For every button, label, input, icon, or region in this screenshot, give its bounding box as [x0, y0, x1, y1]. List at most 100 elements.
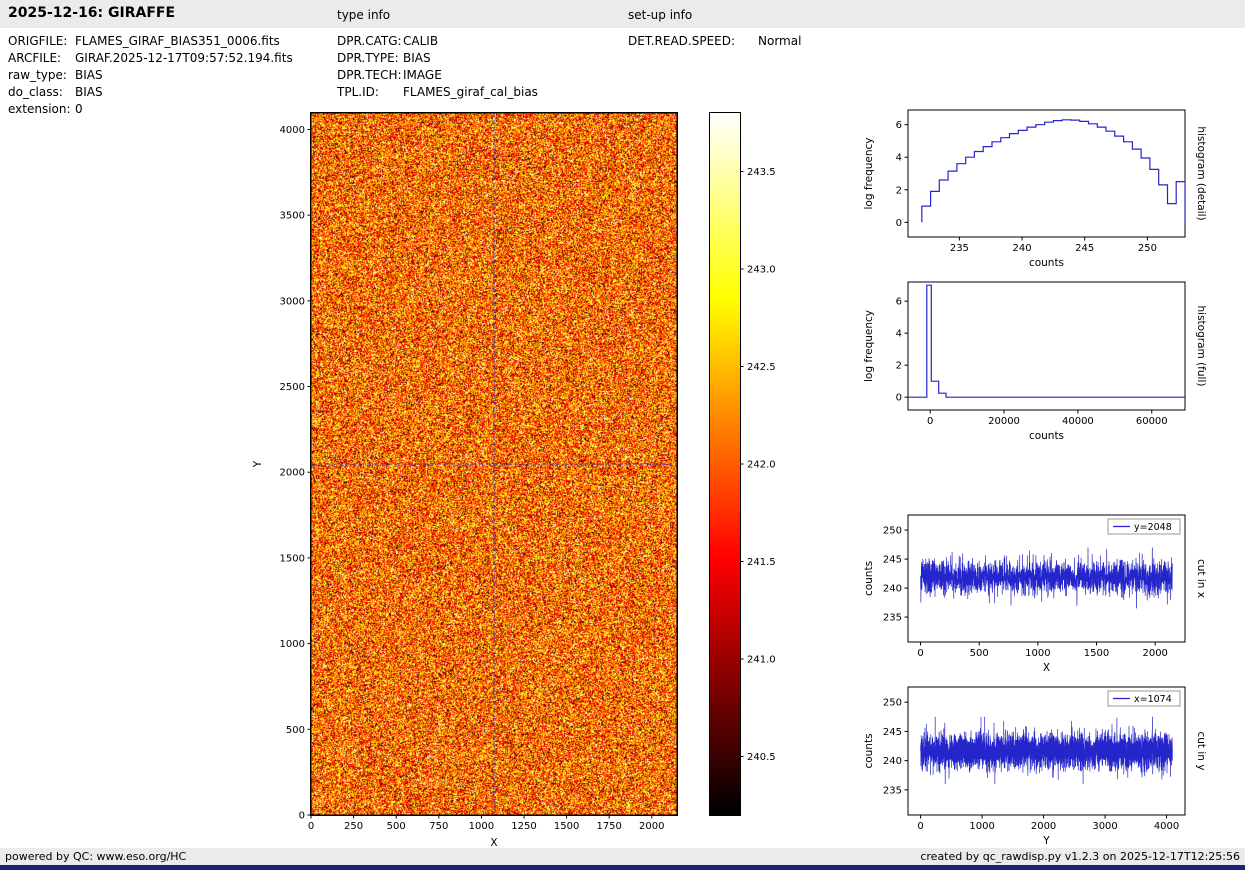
y-tick-label: 4: [896, 329, 902, 340]
x-tick-label: 250: [1138, 243, 1157, 254]
meta-label: ARCFILE:: [8, 51, 62, 65]
meta-value: Normal: [758, 34, 802, 48]
footer-created-by: created by qc_rawdisp.py v1.2.3 on 2025-…: [920, 850, 1240, 863]
meta-row-raw-type: raw_type: BIAS: [8, 67, 293, 84]
x-axis-label: Y: [1042, 835, 1050, 847]
plot-frame: [907, 109, 1186, 238]
y-axis-label: Y: [252, 460, 264, 468]
y-tick-label: 235: [883, 613, 902, 624]
x-tick-label: 1000: [1025, 648, 1050, 659]
x-tick-label: 1750: [596, 821, 621, 832]
x-tick-label: 500: [387, 821, 406, 832]
meta-label: ORIGFILE:: [8, 34, 68, 48]
meta-value: FLAMES_GIRAF_BIAS351_0006.fits: [75, 34, 280, 48]
meta-label: DET.READ.SPEED:: [628, 34, 736, 48]
meta-value: 0: [75, 102, 83, 116]
cut_in_y-series: [920, 716, 1173, 785]
colorbar-tick-label: 242.5: [747, 362, 776, 373]
x-axis-label: counts: [1029, 430, 1064, 442]
x-tick-label: 250: [344, 821, 363, 832]
x-tick-label: 2000: [639, 821, 664, 832]
cut-x-svg: 0 500 1000 1500 2000 235 240 245 250 Xcounts cut i…: [863, 514, 1207, 674]
y-tick-label: 250: [883, 526, 902, 537]
colorbar-tick-label: 243.5: [747, 167, 776, 178]
x-tick-label: 240: [1013, 243, 1032, 254]
colorbar: 240.5 241.0 241.5 242.0 242.5 243.0 243.5: [700, 100, 830, 870]
header-bar: 2025-12-16: GIRAFFE type info set-up inf…: [0, 0, 1245, 28]
footer-accent-strip: [0, 865, 1245, 870]
bias-image-frame: [310, 112, 678, 816]
x-tick-label: 1500: [554, 821, 579, 832]
meta-row-arcfile: ARCFILE: GIRAF.2025-12-17T09:57:52.194.fi…: [8, 50, 293, 67]
y-axis-label: log frequency: [863, 137, 875, 209]
legend-label: y=2048: [1134, 522, 1172, 533]
y-tick-label: 4: [896, 153, 902, 164]
meta-label: DPR.TECH:: [337, 68, 402, 82]
bias-image-canvas: [311, 113, 677, 815]
meta-row-tpl-id: TPL.ID: FLAMES_giraf_cal_bias: [337, 84, 538, 101]
meta-label: DPR.TYPE:: [337, 51, 399, 65]
plot-histogram-full: 0 20000 40000 60000 0 2 4 6 counts log frequency h…: [858, 277, 1238, 447]
y-tick-label: 2000: [280, 468, 305, 479]
colorbar-tick-label: 241.5: [747, 557, 776, 568]
meta-label: do_class:: [8, 85, 63, 99]
y-tick-label: 2500: [280, 382, 305, 393]
meta-value: GIRAF.2025-12-17T09:57:52.194.fits: [75, 51, 293, 65]
x-tick-label: 500: [970, 648, 989, 659]
right-axis-label: cut in y: [1195, 731, 1207, 770]
x-tick-label: 0: [917, 648, 923, 659]
y-tick-label: 235: [883, 785, 902, 796]
colorbar-tick-label: 241.0: [747, 655, 776, 666]
y-tick-label: 2: [896, 185, 902, 196]
y-tick-label: 3500: [280, 211, 305, 222]
histogram-detail-svg: 235 240 245 250 0 2 4 6 counts log frequency histo…: [863, 109, 1207, 269]
x-tick-label: 245: [1075, 243, 1094, 254]
meta-label: raw_type:: [8, 68, 67, 82]
y-tick-label: 245: [883, 555, 902, 566]
plot-histogram-detail: 235 240 245 250 0 2 4 6 counts log frequency histo…: [858, 105, 1238, 275]
x-tick-label: 1000: [469, 821, 494, 832]
setup-info-heading: set-up info: [628, 8, 693, 22]
qc-report-page: 2025-12-16: GIRAFFE type info set-up inf…: [0, 0, 1245, 870]
x-tick-label: 2000: [1142, 648, 1167, 659]
plot-cut-x: 0 500 1000 1500 2000 235 240 245 250 Xcounts cut i…: [858, 510, 1238, 680]
meta-label: TPL.ID:: [337, 85, 379, 99]
x-tick-label: 60000: [1136, 416, 1168, 427]
x-tick-label: 1500: [1084, 648, 1109, 659]
y-tick-label: 6: [896, 297, 902, 308]
cut-y-svg: 0 1000 2000 3000 4000 235 240 245 250 Ycounts cut …: [863, 686, 1207, 847]
meta-row-dpr-type: DPR.TYPE: BIAS: [337, 50, 538, 67]
meta-row-read-speed: DET.READ.SPEED: Normal: [628, 33, 801, 50]
y-tick-label: 0: [896, 218, 902, 229]
y-tick-label: 0: [299, 811, 305, 822]
type-info-block: DPR.CATG:CALIB DPR.TYPE: BIAS DPR.TECH:IM…: [337, 33, 538, 101]
meta-row-dpr-tech: DPR.TECH:IMAGE: [337, 67, 538, 84]
x-axis-label: X: [1043, 662, 1050, 674]
meta-value: BIAS: [75, 85, 103, 99]
y-tick-label: 1500: [280, 553, 305, 564]
meta-row-dpr-catg: DPR.CATG:CALIB: [337, 33, 538, 50]
x-tick-label: 40000: [1062, 416, 1094, 427]
y-tick-label: 240: [883, 584, 902, 595]
setup-info-block: DET.READ.SPEED: Normal: [628, 33, 801, 50]
meta-row-do-class: do_class: BIAS: [8, 84, 293, 101]
right-axis-label: histogram (full): [1195, 306, 1207, 387]
meta-value: CALIB: [403, 34, 439, 48]
meta-value: BIAS: [403, 51, 431, 65]
bias-image-plot: 0 250 500 750 1000 1250 1500 1750 2000 0 500 1000 15…: [240, 100, 710, 870]
type-info-heading: type info: [337, 8, 391, 22]
x-tick-label: 3000: [1092, 821, 1117, 832]
y-tick-label: 3000: [280, 296, 305, 307]
meta-value: FLAMES_giraf_cal_bias: [403, 85, 538, 99]
legend-label: x=1074: [1134, 694, 1172, 705]
x-tick-label: 2000: [1031, 821, 1056, 832]
plot-frame: [907, 281, 1186, 411]
histogram_detail-series: [921, 119, 1186, 223]
y-tick-label: 6: [896, 120, 902, 131]
meta-label: extension:: [8, 102, 71, 116]
page-title: 2025-12-16: GIRAFFE: [8, 5, 176, 21]
footer-bar: powered by QC: www.eso.org/HC created by…: [0, 848, 1245, 865]
y-axis-label: counts: [863, 561, 875, 596]
meta-value: IMAGE: [403, 68, 442, 82]
colorbar-tick-label: 240.5: [747, 752, 776, 763]
